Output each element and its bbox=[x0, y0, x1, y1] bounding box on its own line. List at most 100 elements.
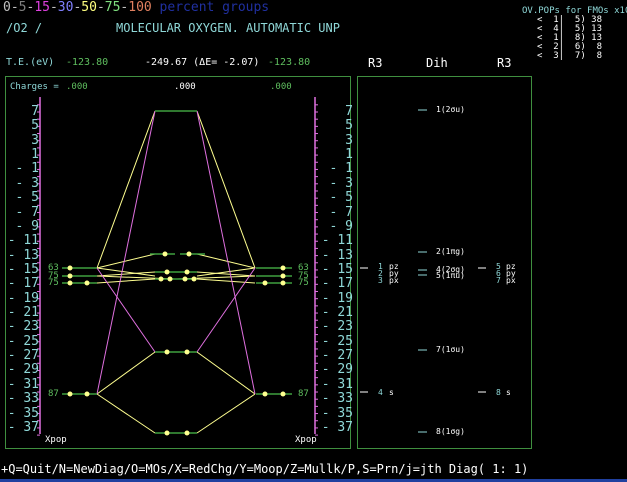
axis-tick-label: - 5 bbox=[321, 190, 354, 206]
axis-tick-label: 5 bbox=[321, 118, 353, 134]
electron-dot bbox=[164, 269, 170, 275]
mo-diagram bbox=[37, 97, 486, 436]
axis-tick-label: - 15 bbox=[321, 261, 353, 277]
mo-label: 8(1σg) bbox=[436, 427, 465, 436]
axis-tick-label: - 3 bbox=[321, 175, 354, 191]
electron-dot bbox=[280, 391, 286, 397]
axis-tick-label: - 29 bbox=[7, 362, 39, 378]
orbital-type: px bbox=[506, 276, 516, 285]
correlation-line bbox=[96, 393, 156, 434]
axis-tick-label: - 23 bbox=[7, 319, 39, 335]
axis-tick-label: - 1 bbox=[7, 161, 40, 177]
correlation-line bbox=[196, 393, 256, 434]
correlation-line bbox=[196, 253, 256, 269]
electron-dot bbox=[84, 391, 90, 397]
orbital-number: 7 bbox=[496, 276, 501, 285]
correlation-line bbox=[96, 253, 156, 269]
axis-tick-label: - 33 bbox=[321, 391, 353, 407]
mo-label: 5(1πu) bbox=[436, 271, 465, 280]
electron-dot bbox=[184, 349, 190, 355]
axis-tick-label: - 17 bbox=[7, 276, 39, 292]
axis-tick-label: - 17 bbox=[321, 276, 353, 292]
axis-tick-label: 1 bbox=[7, 147, 39, 163]
axis-tick-label: - 37 bbox=[7, 419, 39, 435]
axis-tick-label: - 19 bbox=[7, 290, 39, 306]
orbital-type: s bbox=[506, 388, 511, 397]
xpop-label-left: Xpop bbox=[45, 435, 67, 445]
mo-label: 7(1σu) bbox=[436, 345, 465, 354]
electron-dot bbox=[67, 273, 73, 279]
electron-dot bbox=[164, 349, 170, 355]
electron-dot bbox=[262, 391, 268, 397]
axis-tick-label: - 25 bbox=[7, 333, 39, 349]
axis-tick-label: - 7 bbox=[7, 204, 40, 220]
axis-tick-label: 3 bbox=[321, 132, 353, 148]
electron-dot bbox=[191, 276, 197, 282]
electron-dot bbox=[280, 280, 286, 286]
electron-dot bbox=[162, 251, 168, 257]
axis-tick-label: - 31 bbox=[7, 376, 39, 392]
command-bar[interactable]: +Q=Quit/N=NewDiag/O=MOs/X=RedChg/Y=Moop/… bbox=[1, 463, 528, 475]
axis-tick-label: - 31 bbox=[321, 376, 353, 392]
correlation-line bbox=[96, 351, 156, 395]
mo-label: 1(2σu) bbox=[436, 105, 465, 114]
population-right: 87 bbox=[298, 389, 309, 399]
correlation-line bbox=[96, 271, 156, 277]
electron-dot bbox=[67, 391, 73, 397]
electron-dot bbox=[182, 276, 188, 282]
orbital-type: s bbox=[389, 388, 394, 397]
axis-tick-label: 1 bbox=[321, 147, 353, 163]
correlation-line bbox=[96, 110, 156, 269]
axis-tick-label: - 25 bbox=[321, 333, 353, 349]
axis-tick-label: 7 bbox=[321, 104, 353, 119]
electron-dot bbox=[67, 265, 73, 271]
axis-tick-label: - 13 bbox=[321, 247, 353, 263]
population-left: 75 bbox=[48, 278, 59, 288]
axis-tick-label: 3 bbox=[7, 132, 39, 148]
axis-tick-label: - 35 bbox=[321, 405, 353, 421]
population-right: 75 bbox=[298, 278, 309, 288]
electron-dot bbox=[280, 273, 286, 279]
axis-tick-label: - 27 bbox=[321, 348, 353, 364]
electron-dot bbox=[67, 280, 73, 286]
axis-tick-label: - 3 bbox=[7, 175, 40, 191]
electron-dot bbox=[158, 276, 164, 282]
axis-tick-label: - 7 bbox=[321, 204, 354, 220]
axis-tick-label: - 5 bbox=[7, 190, 40, 206]
correlation-line bbox=[96, 110, 156, 395]
correlation-line bbox=[196, 271, 256, 277]
axis-tick-label: 7 bbox=[7, 104, 39, 119]
axis-tick-label: - 19 bbox=[321, 290, 353, 306]
axis-tick-label: - 21 bbox=[7, 305, 39, 321]
orbital-number: 8 bbox=[496, 388, 501, 397]
correlation-line bbox=[196, 110, 256, 395]
axis-tick-label: - 13 bbox=[7, 247, 39, 263]
axis-tick-label: - 11 bbox=[7, 233, 39, 249]
mo-label: 2(1πg) bbox=[436, 247, 465, 256]
axis-tick-label: - 29 bbox=[321, 362, 353, 378]
axis-tick-label: - 35 bbox=[7, 405, 39, 421]
correlation-line bbox=[196, 351, 256, 395]
axis-tick-label: - 9 bbox=[7, 218, 40, 234]
electron-dot bbox=[184, 430, 190, 436]
axis-tick-label: - 27 bbox=[7, 348, 39, 364]
axis-tick-label: 5 bbox=[7, 118, 39, 134]
electron-dot bbox=[280, 265, 286, 271]
population-left: 87 bbox=[48, 389, 59, 399]
orbital-number: 4 bbox=[378, 388, 383, 397]
electron-dot bbox=[84, 280, 90, 286]
correlation-line bbox=[96, 267, 156, 277]
electron-dot bbox=[164, 430, 170, 436]
electron-dot bbox=[186, 251, 192, 257]
orbital-number: 3 bbox=[378, 276, 383, 285]
electron-dot bbox=[167, 276, 173, 282]
axis-tick-label: - 21 bbox=[321, 305, 353, 321]
orbital-type: px bbox=[389, 276, 399, 285]
axis-tick-label: - 1 bbox=[321, 161, 354, 177]
axis-tick-label: - 11 bbox=[321, 233, 353, 249]
xpop-label-right: Xpop bbox=[295, 435, 317, 445]
axis-tick-label: - 33 bbox=[7, 391, 39, 407]
electron-dot bbox=[262, 280, 268, 286]
axis-tick-label: - 37 bbox=[321, 419, 353, 435]
correlation-line bbox=[196, 110, 256, 269]
